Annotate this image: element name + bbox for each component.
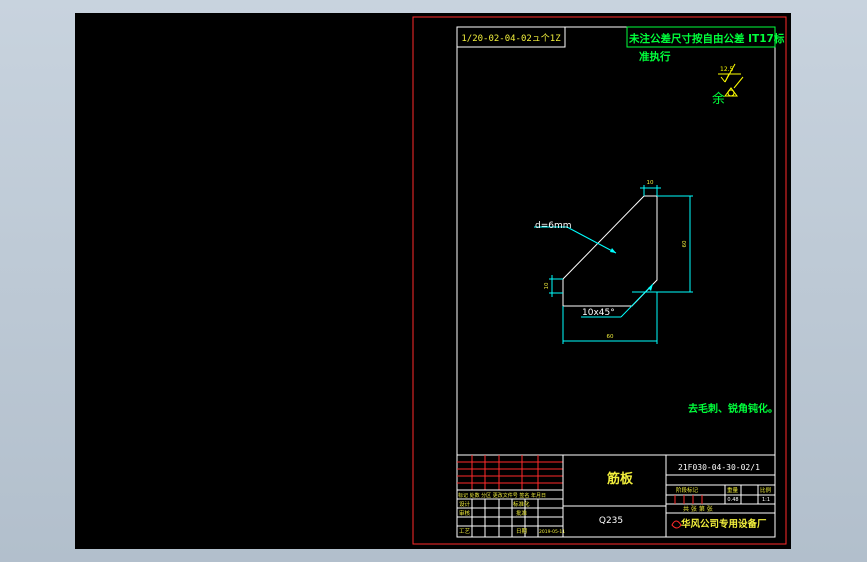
header-weight: 重量 [727, 486, 739, 494]
dimensions [534, 185, 693, 344]
design-label: 设计 [459, 500, 471, 508]
dim-bottom-label: 60 [607, 334, 614, 340]
dim-left-label: 10 [544, 282, 550, 289]
thickness-arrow [610, 248, 616, 253]
approve-label: 批准 [516, 509, 528, 517]
weight-value: 0.48 [727, 497, 738, 503]
drawing-canvas[interactable]: 1/20-02-04-02ュ个1Z 未注公差尺寸按自由公差 IT17标 准执行 … [75, 13, 791, 549]
tolerance-note-line1: 未注公差尺寸按自由公差 IT17标 [628, 32, 785, 45]
company-name: 华风公司专用设备厂 [681, 518, 767, 530]
roughness-symbol: 12.5 余 [712, 63, 744, 107]
company-logo [671, 520, 682, 529]
roughness-remainder: 余 [712, 91, 725, 107]
rib-plate-outline [562, 195, 658, 307]
revision-row-labels: 标记 处数 分区 更改文件号 签名 年月日 [458, 492, 546, 499]
header-scale: 比例 [760, 486, 772, 494]
tech-requirement: 去毛刺、锐角钝化。 [688, 402, 778, 415]
drawing-number: 21F030-04-30-02/1 [678, 463, 760, 472]
dim-right-label: 60 [682, 240, 688, 247]
date-value: 2019-05-11 [539, 529, 565, 535]
cad-viewport[interactable]: 1/20-02-04-02ュ个1Z 未注公差尺寸按自由公差 IT17标 准执行 … [75, 13, 791, 549]
header-stage-mark: 阶段标记 [676, 486, 699, 494]
standardize-label: 标准化 [513, 500, 530, 508]
tolerance-note-line2: 准执行 [639, 50, 671, 63]
chamfer-arrow [648, 284, 653, 291]
chamfer-label: 10x45° [582, 308, 615, 318]
dim-top-label: 10 [647, 180, 654, 186]
part-name: 筋板 [606, 471, 634, 487]
thickness-label: d=6mm [535, 221, 572, 231]
drawing-inner-frame [456, 26, 776, 538]
drawing-code-text: 1/20-02-04-02ュ个1Z [461, 33, 561, 44]
check-label: 审核 [459, 509, 471, 517]
date-label: 日期 [516, 528, 528, 535]
scale-value: 1:1 [762, 497, 770, 503]
material-label: Q235 [599, 516, 623, 526]
process-label: 工艺 [459, 528, 471, 535]
sheet-label: 共 张 第 张 [683, 505, 713, 513]
